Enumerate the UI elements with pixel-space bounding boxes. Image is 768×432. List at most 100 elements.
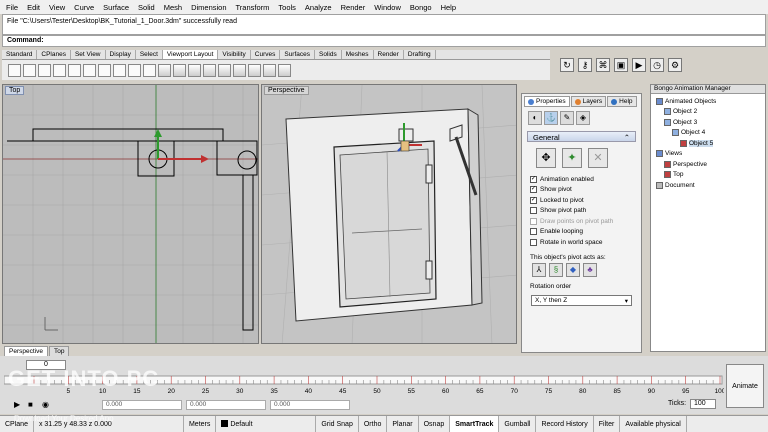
toolbar-tab-viewport-layout[interactable]: Viewport Layout [162, 50, 219, 59]
tree-node-perspective[interactable]: Perspective [654, 159, 762, 170]
toolbar-tab-display[interactable]: Display [106, 50, 136, 59]
checkbox[interactable]: ✓ [530, 186, 537, 194]
general-section-header[interactable]: General ⌃ [527, 131, 636, 142]
viewport-new-icon[interactable] [128, 63, 141, 77]
record-icon[interactable]: ◉ [42, 400, 52, 410]
menu-analyze[interactable]: Analyze [305, 3, 332, 12]
toolbar-tab-standard[interactable]: Standard [2, 50, 38, 59]
tab-properties[interactable]: Properties [524, 96, 570, 107]
tree-node-top[interactable]: Top [654, 170, 762, 181]
material-icon[interactable]: ✎ [560, 111, 574, 125]
color-wheel-icon[interactable]: ◐ [528, 111, 542, 125]
status-toggle-osnap[interactable]: Osnap [419, 415, 451, 432]
tree-node-object-3[interactable]: Object 3 [654, 117, 762, 128]
top-viewport[interactable]: Top [2, 84, 259, 344]
rotation-order-select[interactable]: X, Y then Z ▾ [531, 294, 632, 306]
option-enable-looping[interactable]: Enable looping [530, 227, 633, 238]
tab-help[interactable]: Help [607, 96, 637, 107]
viewport-tile-icon[interactable] [83, 63, 96, 77]
play-icon[interactable]: ▶ [14, 400, 24, 410]
status-layer[interactable]: Default [216, 415, 317, 432]
menu-dimension[interactable]: Dimension [191, 3, 226, 12]
menu-curve[interactable]: Curve [74, 3, 94, 12]
viewport-close-icon[interactable] [113, 63, 126, 77]
viewport-split-v-icon[interactable] [53, 63, 66, 77]
toolbar-tab-render[interactable]: Render [374, 50, 404, 59]
menu-edit[interactable]: Edit [27, 3, 40, 12]
toolbar-tab-surfaces[interactable]: Surfaces [280, 50, 316, 59]
key-value-a[interactable]: 0.000 [102, 400, 182, 410]
toolbar-tab-set-view[interactable]: Set View [71, 50, 106, 59]
perspective-viewport-label[interactable]: Perspective [264, 86, 309, 95]
option-show-pivot-path[interactable]: Show pivot path [530, 206, 633, 217]
layout-b-icon[interactable] [173, 63, 186, 77]
layout-a-icon[interactable] [158, 63, 171, 77]
checkbox[interactable]: ✓ [530, 175, 537, 183]
checkbox[interactable] [530, 207, 537, 215]
option-rotate-in-world-space[interactable]: Rotate in world space [530, 237, 633, 248]
animate-button[interactable]: Animate [726, 364, 764, 408]
tab-layers[interactable]: Layers [570, 96, 607, 107]
pivot-mode-chain-icon[interactable]: ♣ [583, 262, 597, 277]
status-toggle-planar[interactable]: Planar [387, 415, 419, 432]
pivot-mode-path-icon[interactable]: § [549, 262, 563, 277]
toolbar-tab-solids[interactable]: Solids [315, 50, 342, 59]
menu-window[interactable]: Window [374, 3, 401, 12]
layout-h-icon[interactable] [263, 63, 276, 77]
viewport-grid-icon[interactable] [68, 63, 81, 77]
status-toggle-ortho[interactable]: Ortho [359, 415, 388, 432]
toolbar-tab-cplanes[interactable]: CPlanes [37, 50, 71, 59]
collapse-icon[interactable]: ⌃ [624, 133, 630, 142]
layout-f-icon[interactable] [233, 63, 246, 77]
pivot-mode-joint-icon[interactable]: ◆ [566, 262, 580, 277]
menu-surface[interactable]: Surface [103, 3, 129, 12]
tree-node-object-5[interactable]: Object 5 [654, 138, 762, 149]
perspective-viewport[interactable]: Perspective [261, 84, 517, 344]
menu-render[interactable]: Render [341, 3, 366, 12]
viewport-3-icon[interactable] [23, 63, 36, 77]
checkbox[interactable]: ✓ [530, 196, 537, 204]
option-locked-to-pivot[interactable]: ✓ Locked to pivot [530, 195, 633, 206]
move-pivot-icon[interactable]: ✦ [562, 148, 582, 168]
viewport-float-icon[interactable] [143, 63, 156, 77]
bongo-image-icon[interactable]: ▣ [614, 58, 628, 72]
viewport-split-h-icon[interactable] [38, 63, 51, 77]
checkbox[interactable] [530, 228, 537, 236]
tree-node-animated-objects[interactable]: Animated Objects [654, 96, 762, 107]
reset-pivot-icon[interactable]: ✕ [588, 148, 608, 168]
bongo-gear-icon[interactable]: ⚙ [668, 58, 682, 72]
pivot-mode-axis-icon[interactable]: ⅄ [532, 262, 546, 277]
toolbar-tab-meshes[interactable]: Meshes [342, 50, 374, 59]
command-line[interactable]: Command: [2, 35, 766, 47]
texture-icon[interactable]: ◈ [576, 111, 590, 125]
top-viewport-label[interactable]: Top [5, 86, 25, 95]
stop-icon[interactable]: ■ [28, 400, 38, 410]
set-pivot-icon[interactable]: ✥ [536, 148, 556, 168]
bongo-key-icon[interactable]: ⚷ [578, 58, 592, 72]
menu-solid[interactable]: Solid [138, 3, 155, 12]
tree-node-views[interactable]: Views [654, 149, 762, 160]
bongo-rotate-icon[interactable]: ↻ [560, 58, 574, 72]
option-draw-points-on-pivot-path[interactable]: Draw points on pivot path [530, 216, 633, 227]
viewport-max-icon[interactable] [98, 63, 111, 77]
bongo-clock-icon[interactable]: ◷ [650, 58, 664, 72]
status-toggle-filter[interactable]: Filter [594, 415, 621, 432]
layout-c-icon[interactable] [188, 63, 201, 77]
menu-help[interactable]: Help [441, 3, 456, 12]
status-toggle-smarttrack[interactable]: SmartTrack [450, 415, 500, 432]
tree-node-object-2[interactable]: Object 2 [654, 107, 762, 118]
toolbar-tab-curves[interactable]: Curves [251, 50, 281, 59]
toolbar-tab-visibility[interactable]: Visibility [218, 50, 251, 59]
tree-node-document[interactable]: Document [654, 180, 762, 191]
bongo-properties-icon[interactable]: ⚓ [544, 111, 558, 125]
bongo-hierarchy-icon[interactable]: ⌘ [596, 58, 610, 72]
tree-node-object-4[interactable]: Object 4 [654, 128, 762, 139]
layout-d-icon[interactable] [203, 63, 216, 77]
toolbar-tab-drafting[interactable]: Drafting [404, 50, 436, 59]
toolbar-tab-select[interactable]: Select [136, 50, 163, 59]
status-toggle-gumball[interactable]: Gumball [499, 415, 537, 432]
option-show-pivot[interactable]: ✓ Show pivot [530, 185, 633, 196]
menu-view[interactable]: View [49, 3, 65, 12]
layout-e-icon[interactable] [218, 63, 231, 77]
status-toggle-grid-snap[interactable]: Grid Snap [316, 415, 359, 432]
